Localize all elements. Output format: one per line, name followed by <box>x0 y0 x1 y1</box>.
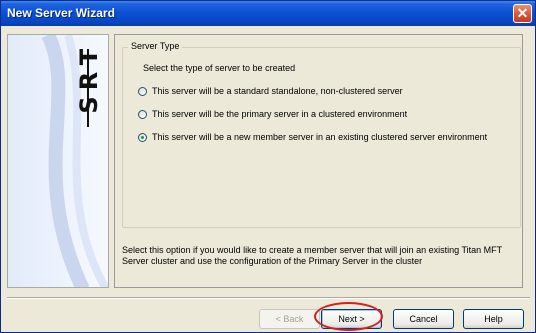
help-button[interactable]: Help <box>463 309 524 329</box>
wizard-window: New Server Wizard ✕ T R S Server Type Se… <box>0 0 536 333</box>
radio-label[interactable]: This server will be the primary server i… <box>152 109 407 119</box>
wizard-side-graphic: T R S <box>7 34 109 288</box>
server-type-legend: Server Type <box>128 41 183 51</box>
button-separator <box>7 297 530 299</box>
radio-button[interactable] <box>138 110 147 119</box>
logo-letter-t: T <box>75 48 103 66</box>
radio-button-selected[interactable] <box>138 133 147 142</box>
back-button[interactable]: < Back <box>259 309 320 329</box>
close-button[interactable]: ✕ <box>513 4 532 23</box>
server-type-prompt: Select the type of server to be created <box>143 63 296 73</box>
radio-label[interactable]: This server will be a standard standalon… <box>152 86 403 96</box>
window-title: New Server Wizard <box>7 6 115 20</box>
radio-button[interactable] <box>138 87 147 96</box>
logo-letter-r: R <box>75 71 103 91</box>
close-icon: ✕ <box>516 5 529 21</box>
cancel-button[interactable]: Cancel <box>393 309 454 329</box>
option-description: Select this option if you would like to … <box>122 245 503 266</box>
radio-label[interactable]: This server will be a new member server … <box>152 132 487 142</box>
title-bar[interactable]: New Server Wizard ✕ <box>1 1 535 26</box>
logo-letter-s: S <box>75 96 103 114</box>
highlight-annotation <box>314 302 383 331</box>
